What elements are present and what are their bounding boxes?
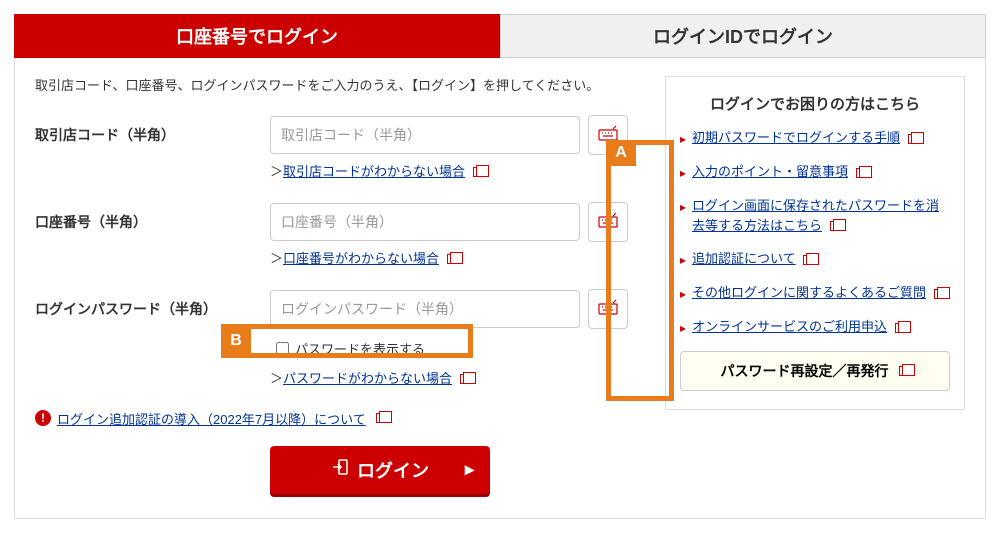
label-branch: 取引店コード（半角） bbox=[35, 115, 270, 145]
popup-icon bbox=[376, 413, 387, 423]
popup-icon bbox=[460, 374, 471, 384]
side-link-2[interactable]: ログイン画面に保存されたパスワードを消去等する方法はこちら bbox=[692, 198, 939, 233]
additional-auth-notice-link[interactable]: ログイン追加認証の導入（2022年7月以降）について bbox=[57, 409, 366, 428]
login-button[interactable]: ログイン ▸ bbox=[270, 446, 490, 494]
help-account-link[interactable]: 口座番号がわからない場合 bbox=[283, 251, 439, 266]
keyboard-icon bbox=[598, 212, 618, 231]
account-number-input[interactable] bbox=[270, 203, 580, 241]
popup-icon bbox=[803, 255, 814, 265]
side-link-0[interactable]: 初期パスワードでログインする手順 bbox=[692, 130, 900, 145]
caret-icon: ▸ bbox=[680, 319, 686, 337]
software-keyboard-button[interactable] bbox=[588, 115, 628, 155]
login-button-label: ログイン bbox=[357, 457, 429, 483]
label-password: ログインパスワード（半角） bbox=[35, 289, 270, 319]
password-reset-label: パスワード再設定／再発行 bbox=[721, 361, 889, 381]
popup-icon bbox=[447, 254, 458, 264]
login-icon bbox=[331, 458, 349, 481]
popup-icon bbox=[895, 323, 906, 333]
software-keyboard-button[interactable] bbox=[588, 289, 628, 329]
popup-icon bbox=[934, 289, 945, 299]
help-password-link[interactable]: パスワードがわからない場合 bbox=[283, 371, 452, 386]
caret-icon: ▸ bbox=[680, 130, 686, 148]
side-link-3[interactable]: 追加認証について bbox=[692, 251, 796, 266]
show-password-checkbox[interactable] bbox=[276, 342, 289, 355]
show-password-label: パスワードを表示する bbox=[295, 339, 425, 358]
instructions: 取引店コード、口座番号、ログインパスワードをご入力のうえ、【ログイン】を押してく… bbox=[35, 76, 645, 97]
side-link-4[interactable]: その他ログインに関するよくあるご質問 bbox=[692, 285, 926, 300]
tab-login-id[interactable]: ログインIDでログイン bbox=[500, 14, 986, 58]
branch-code-input[interactable] bbox=[270, 116, 580, 154]
help-branch-link[interactable]: 取引店コードがわからない場合 bbox=[283, 164, 465, 179]
popup-icon bbox=[473, 167, 484, 177]
password-reset-button[interactable]: パスワード再設定／再発行 bbox=[680, 351, 950, 391]
side-link-1[interactable]: 入力のポイント・留意事項 bbox=[692, 164, 848, 179]
caret-icon: ▸ bbox=[680, 164, 686, 182]
caret-icon: ▸ bbox=[680, 198, 686, 216]
software-keyboard-button[interactable] bbox=[588, 202, 628, 242]
chevron-right-icon: ▸ bbox=[465, 459, 474, 480]
caret-icon: ▸ bbox=[680, 285, 686, 303]
password-input[interactable] bbox=[270, 290, 580, 328]
caret-icon: ▸ bbox=[680, 251, 686, 269]
popup-icon bbox=[830, 221, 841, 231]
label-account: 口座番号（半角） bbox=[35, 202, 270, 232]
keyboard-icon bbox=[598, 299, 618, 318]
popup-icon bbox=[899, 366, 910, 376]
side-link-5[interactable]: オンラインサービスのご利用申込 bbox=[692, 319, 887, 334]
popup-icon bbox=[908, 134, 919, 144]
warning-icon: ! bbox=[35, 410, 51, 426]
help-panel-title: ログインでお困りの方はこちら bbox=[680, 93, 950, 114]
tab-account-number[interactable]: 口座番号でログイン bbox=[14, 14, 500, 58]
keyboard-icon bbox=[598, 125, 618, 144]
popup-icon bbox=[856, 168, 867, 178]
